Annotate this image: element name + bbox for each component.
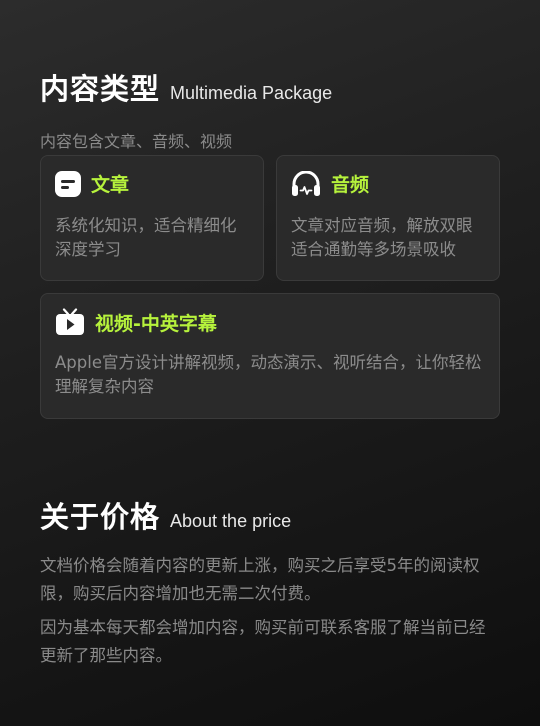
price-paragraph-1: 文档价格会随着内容的更新上涨，购买之后享受5年的阅读权限，购买后内容增加也无需二… xyxy=(40,556,480,603)
audio-card-label: 音频 xyxy=(331,174,370,196)
price-section: 关于价格 About the price 文档价格会随着内容的更新上涨，购买之后… xyxy=(40,494,500,670)
video-card[interactable]: 视频-中英字幕 Apple官方设计讲解视频，动态演示、视听结合，让你轻松理解复杂… xyxy=(40,293,500,419)
price-paragraph-2: 因为基本每天都会增加内容，购买前可联系客服了解当前已经更新了那些内容。 xyxy=(40,618,486,665)
video-card-desc: Apple官方设计讲解视频，动态演示、视听结合，让你轻松理解复杂内容 xyxy=(55,353,482,396)
price-title: 关于价格 xyxy=(40,500,161,534)
price-title-en: About the price xyxy=(170,511,292,531)
audio-card-header: 音频 xyxy=(291,170,369,197)
article-card[interactable]: 文章 系统化知识，适合精细化深度学习 xyxy=(40,155,264,281)
article-card-label: 文章 xyxy=(91,174,130,196)
video-card-label: 视频-中英字幕 xyxy=(95,312,217,335)
content-type-heading: 内容类型 Multimedia Package xyxy=(40,66,500,108)
content-type-title: 内容类型 xyxy=(40,72,161,106)
content-type-section: 内容类型 Multimedia Package 内容包含文章、音频、视频 xyxy=(40,66,500,152)
article-icon xyxy=(55,170,81,197)
audio-card[interactable]: 音频 文章对应音频，解放双眼适合通勤等多场景吸收 xyxy=(276,155,500,281)
video-card-header: 视频-中英字幕 xyxy=(55,308,217,336)
price-heading: 关于价格 About the price xyxy=(40,494,500,536)
content-type-subtitle: 内容包含文章、音频、视频 xyxy=(40,132,233,151)
content-type-title-en: Multimedia Package xyxy=(170,83,333,103)
article-card-header: 文章 xyxy=(55,170,129,197)
audio-card-desc: 文章对应音频，解放双眼适合通勤等多场景吸收 xyxy=(291,216,473,259)
tv-icon xyxy=(55,308,85,336)
headphones-icon xyxy=(291,170,321,197)
article-card-desc: 系统化知识，适合精细化深度学习 xyxy=(55,216,237,259)
